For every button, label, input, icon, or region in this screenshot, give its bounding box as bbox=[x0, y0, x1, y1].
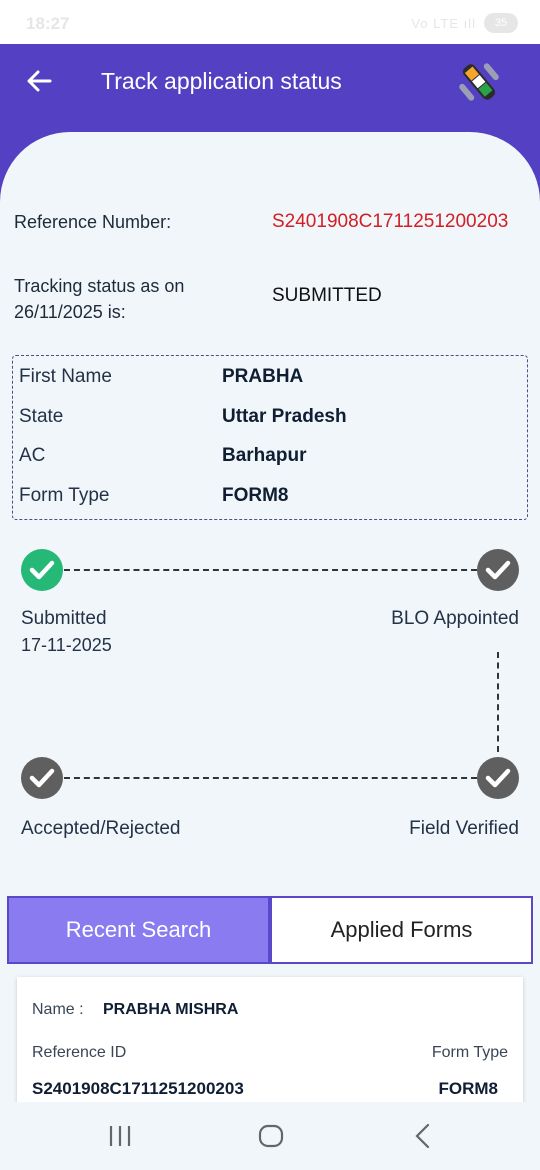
system-nav-bar bbox=[0, 1102, 540, 1170]
chevron-left-icon bbox=[415, 1123, 430, 1149]
card-reference-id-label: Reference ID bbox=[32, 1044, 127, 1061]
recent-apps-icon bbox=[109, 1126, 131, 1146]
timeline-connector-top bbox=[64, 569, 477, 571]
status-time: 18:27 bbox=[26, 14, 70, 33]
nav-back-button[interactable] bbox=[410, 1122, 434, 1155]
evm-logo-icon bbox=[454, 60, 504, 104]
step-field-verified-label: Field Verified bbox=[409, 818, 519, 839]
recent-search-card[interactable]: Name : PRABHA MISHRA Reference ID Form T… bbox=[17, 977, 523, 1107]
page-title: Track application status bbox=[101, 68, 342, 94]
status-bar: 18:27 Vo LTE ıll 35 bbox=[0, 0, 540, 44]
detail-label-first-name: First Name bbox=[19, 366, 112, 387]
step-submitted-check-icon bbox=[21, 549, 63, 591]
step-submitted-label: Submitted bbox=[21, 608, 107, 629]
detail-label-state: State bbox=[19, 406, 64, 427]
card-reference-id-value: S2401908C1711251200203 bbox=[32, 1079, 244, 1098]
back-button[interactable] bbox=[22, 66, 58, 96]
tab-recent-search[interactable]: Recent Search bbox=[7, 896, 270, 964]
tracking-label-line2: 26/11/2025 is: bbox=[14, 302, 126, 322]
home-icon bbox=[258, 1124, 284, 1148]
card-form-type-value: FORM8 bbox=[438, 1079, 499, 1098]
timeline-connector-right bbox=[497, 652, 499, 752]
card-form-type-label: Form Type bbox=[431, 1044, 508, 1061]
step-accepted-rejected-label: Accepted/Rejected bbox=[21, 818, 181, 839]
reference-value: S2401908C1711251200203 bbox=[272, 211, 509, 232]
detail-value-first-name: PRABHA bbox=[222, 366, 304, 387]
signal-indicator: Vo LTE ıll bbox=[411, 16, 476, 31]
tracking-label-line1: Tracking status as on bbox=[14, 276, 185, 296]
application-details-box: First Name PRABHA State Uttar Pradesh AC… bbox=[12, 355, 528, 520]
step-field-verified-check-icon bbox=[477, 757, 519, 799]
tracking-label: Tracking status as on 26/11/2025 is: bbox=[14, 273, 184, 325]
detail-label-form-type: Form Type bbox=[19, 485, 110, 506]
home-button[interactable] bbox=[257, 1122, 285, 1155]
card-name-label: Name : bbox=[32, 1001, 84, 1018]
detail-value-ac: Barhapur bbox=[222, 445, 307, 466]
detail-value-form-type: FORM8 bbox=[222, 485, 289, 506]
battery-indicator: 35 bbox=[484, 13, 518, 33]
detail-label-ac: AC bbox=[19, 445, 46, 466]
timeline-connector-bottom bbox=[64, 777, 477, 779]
step-submitted-date: 17-11-2025 bbox=[21, 635, 112, 655]
card-name-value: PRABHA MISHRA bbox=[103, 1001, 239, 1018]
tracking-status-value: SUBMITTED bbox=[272, 285, 382, 306]
step-accepted-rejected-check-icon bbox=[21, 757, 63, 799]
step-blo-appointed-check-icon bbox=[477, 549, 519, 591]
recent-apps-button[interactable] bbox=[107, 1122, 133, 1155]
detail-value-state: Uttar Pradesh bbox=[222, 406, 347, 427]
arrow-left-icon bbox=[27, 70, 52, 92]
reference-label: Reference Number: bbox=[14, 212, 172, 232]
tab-applied-forms[interactable]: Applied Forms bbox=[270, 896, 533, 964]
step-blo-appointed-label: BLO Appointed bbox=[391, 608, 519, 629]
